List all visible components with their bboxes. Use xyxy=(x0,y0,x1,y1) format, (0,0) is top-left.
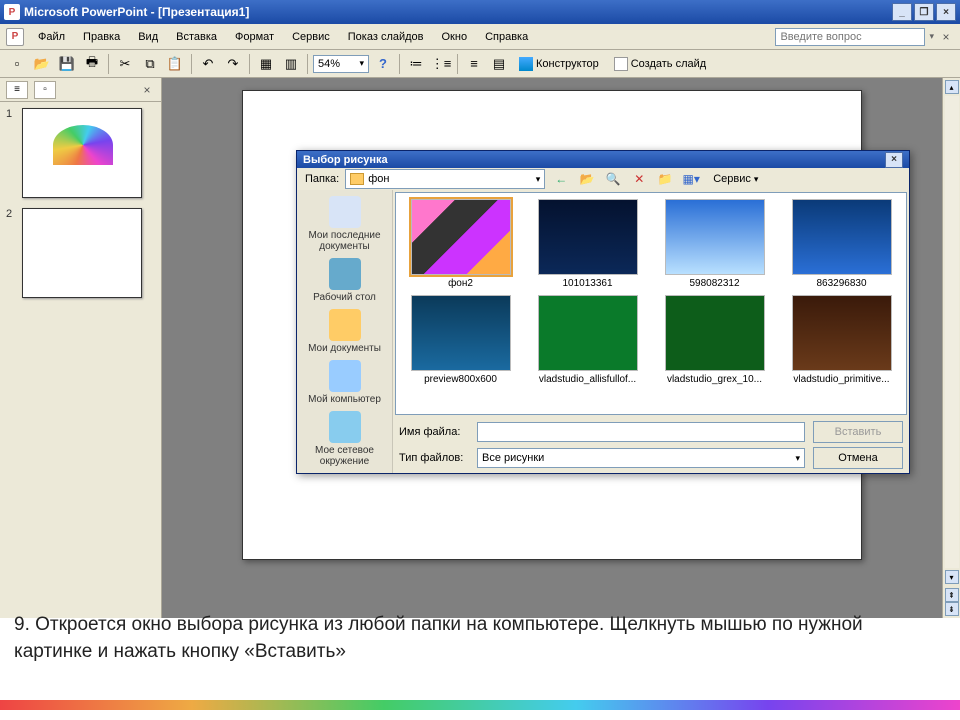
slide-thumbnail[interactable]: 2 xyxy=(6,208,155,298)
paste-icon[interactable]: 📋 xyxy=(164,53,186,75)
print-icon[interactable]: 🖶 xyxy=(81,53,103,75)
restore-button[interactable]: ❐ xyxy=(914,3,934,21)
folder-dropdown[interactable]: фон ▾ xyxy=(345,169,545,189)
next-slide-icon[interactable]: ⇟ xyxy=(945,602,959,616)
file-thumbnail[interactable]: 101013361 xyxy=(529,199,646,289)
search-icon[interactable]: 🔍 xyxy=(603,169,623,189)
menu-item[interactable]: Показ слайдов xyxy=(340,29,432,45)
outline-tab[interactable]: ≡ xyxy=(6,81,28,99)
picture-picker-dialog: Выбор рисунка × Папка: фон ▾ ← 📂 🔍 ✕ 📁 ▦… xyxy=(296,150,910,474)
file-grid: фон2101013361598082312863296830 preview80… xyxy=(395,192,907,415)
table-icon[interactable]: ▥ xyxy=(280,53,302,75)
file-thumbnail[interactable]: 598082312 xyxy=(656,199,773,289)
menu-bar: P Файл Правка Вид Вставка Формат Сервис … xyxy=(0,24,960,50)
copy-icon[interactable]: ⧉ xyxy=(139,53,161,75)
menu-item[interactable]: Справка xyxy=(477,29,536,45)
service-menu[interactable]: Сервис▾ xyxy=(707,171,764,187)
vertical-scrollbar[interactable]: ▴ ▾ ⇞ ⇟ xyxy=(942,78,960,618)
menu-item[interactable]: Вид xyxy=(130,29,166,45)
minimize-button[interactable]: _ xyxy=(892,3,912,21)
place-item[interactable]: Мои документы xyxy=(301,307,389,356)
slide-thumbnail[interactable]: 1 xyxy=(6,108,155,198)
file-thumbnail[interactable]: vladstudio_grex_10... xyxy=(656,295,773,385)
color-fan-graphic xyxy=(53,125,113,165)
cut-icon[interactable]: ✂ xyxy=(114,53,136,75)
folder-label: Папка: xyxy=(305,173,339,185)
places-bar: Мои последние документыРабочий столМои д… xyxy=(297,190,393,473)
rainbow-bar xyxy=(0,700,960,710)
new-icon[interactable]: ▫ xyxy=(6,53,28,75)
place-item[interactable]: Мое сетевое окружение xyxy=(301,409,389,469)
chart-icon[interactable]: ▦ xyxy=(255,53,277,75)
file-thumbnail[interactable]: preview800x600 xyxy=(402,295,519,385)
app-titlebar: P Microsoft PowerPoint - [Презентация1] … xyxy=(0,0,960,24)
insert-button[interactable]: Вставить xyxy=(813,421,903,443)
slides-tab[interactable]: ▫ xyxy=(34,81,56,99)
menu-item[interactable]: Окно xyxy=(434,29,476,45)
zoom-combo[interactable]: 54%▾ xyxy=(313,55,369,73)
filename-input[interactable] xyxy=(477,422,805,442)
prev-slide-icon[interactable]: ⇞ xyxy=(945,588,959,602)
align-icon[interactable]: ≡ xyxy=(463,53,485,75)
views-icon[interactable]: ▦▾ xyxy=(681,169,701,189)
menu-item[interactable]: Формат xyxy=(227,29,282,45)
menu-item[interactable]: Правка xyxy=(75,29,128,45)
open-icon[interactable]: 📂 xyxy=(31,53,53,75)
doc-icon: P xyxy=(6,28,24,46)
save-icon[interactable]: 💾 xyxy=(56,53,78,75)
app-title: Microsoft PowerPoint - [Презентация1] xyxy=(24,5,249,19)
bullets-icon[interactable]: ≔ xyxy=(405,53,427,75)
dropdown-icon[interactable]: ▾ xyxy=(929,31,934,42)
file-thumbnail[interactable]: vladstudio_primitive... xyxy=(783,295,900,385)
help-search-input[interactable] xyxy=(775,28,925,46)
panel-close-icon[interactable]: × xyxy=(139,82,155,98)
close-button[interactable]: × xyxy=(936,3,956,21)
back-icon[interactable]: ← xyxy=(551,169,571,189)
scroll-down-icon[interactable]: ▾ xyxy=(945,570,959,584)
place-item[interactable]: Мои последние документы xyxy=(301,194,389,254)
file-thumbnail[interactable]: фон2 xyxy=(402,199,519,289)
undo-icon[interactable]: ↶ xyxy=(197,53,219,75)
dialog-title: Выбор рисунка xyxy=(303,154,388,166)
menu-item[interactable]: Вставка xyxy=(168,29,225,45)
doc-close-button[interactable]: × xyxy=(938,29,954,45)
redo-icon[interactable]: ↷ xyxy=(222,53,244,75)
menu-item[interactable]: Файл xyxy=(30,29,73,45)
cancel-button[interactable]: Отмена xyxy=(813,447,903,469)
designer-button[interactable]: Конструктор xyxy=(513,55,605,73)
newfolder-icon[interactable]: 📁 xyxy=(655,169,675,189)
standard-toolbar: ▫ 📂 💾 🖶 ✂ ⧉ 📋 ↶ ↷ ▦ ▥ 54%▾ ? ≔ ⋮≡ ≡ ▤ Ко… xyxy=(0,50,960,78)
menu-item[interactable]: Сервис xyxy=(284,29,338,45)
filetype-label: Тип файлов: xyxy=(399,452,469,464)
new-slide-button[interactable]: Создать слайд xyxy=(608,55,712,73)
file-thumbnail[interactable]: 863296830 xyxy=(783,199,900,289)
slide-panel: ≡ ▫ × 1 2 xyxy=(0,78,162,618)
numbering-icon[interactable]: ⋮≡ xyxy=(430,53,452,75)
help-icon[interactable]: ? xyxy=(372,53,394,75)
folder-icon xyxy=(350,173,364,185)
file-thumbnail[interactable]: vladstudio_allisfullof... xyxy=(529,295,646,385)
place-item[interactable]: Рабочий стол xyxy=(301,256,389,305)
place-item[interactable]: Мой компьютер xyxy=(301,358,389,407)
delete-icon[interactable]: ✕ xyxy=(629,169,649,189)
powerpoint-icon: P xyxy=(4,4,20,20)
scroll-up-icon[interactable]: ▴ xyxy=(945,80,959,94)
layout-icon[interactable]: ▤ xyxy=(488,53,510,75)
instruction-caption: 9. Откроется окно выбора рисунка из любо… xyxy=(14,612,946,665)
dialog-close-button[interactable]: × xyxy=(885,152,903,168)
dialog-titlebar[interactable]: Выбор рисунка × xyxy=(297,151,909,168)
filetype-dropdown[interactable]: Все рисунки▾ xyxy=(477,448,805,468)
up-icon[interactable]: 📂 xyxy=(577,169,597,189)
filename-label: Имя файла: xyxy=(399,426,469,438)
